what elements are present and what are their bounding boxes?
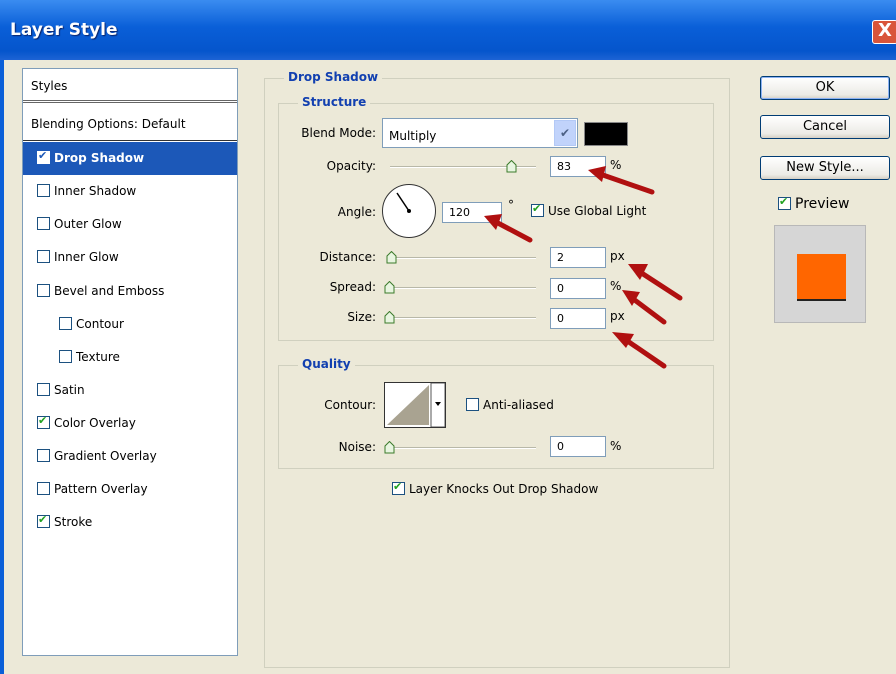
annotation-arrow-icon xyxy=(597,171,655,195)
annotation-arrow-icon xyxy=(629,295,667,325)
annotation-arrow-icon xyxy=(637,269,683,301)
annotation-arrow-icon xyxy=(588,166,606,182)
annotation-arrows xyxy=(484,166,683,369)
annotation-arrow-icon xyxy=(623,337,667,369)
annotation-arrow-icon xyxy=(493,219,533,243)
